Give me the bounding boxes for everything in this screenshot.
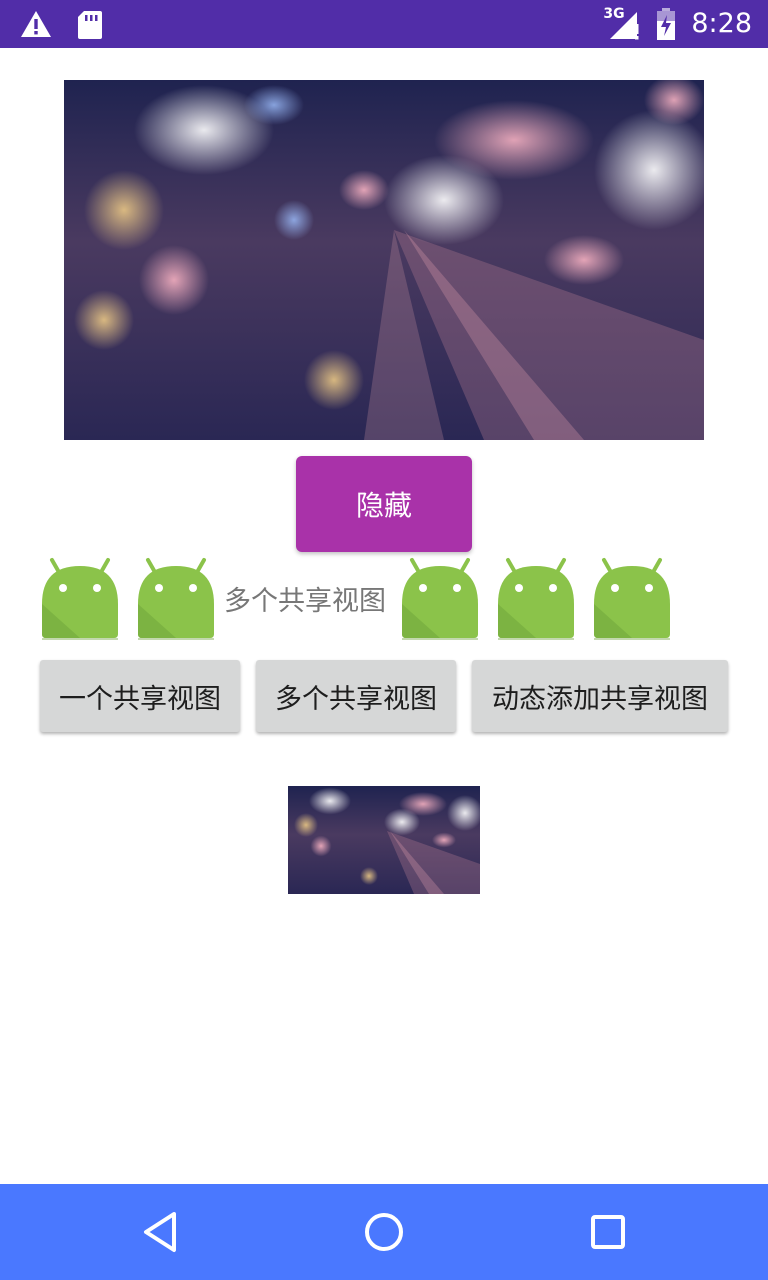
back-icon[interactable] xyxy=(136,1208,184,1256)
screen: 3G 8:28 隐藏 多个共享视图 一个共享视图 多个共享视图 动态添加共享视图 xyxy=(0,0,768,1280)
thumbnail-image[interactable] xyxy=(288,786,480,894)
network-label: 3G xyxy=(603,6,625,22)
navigation-bar xyxy=(0,1184,768,1280)
hide-button[interactable]: 隐藏 xyxy=(296,456,472,552)
recents-icon[interactable] xyxy=(584,1208,632,1256)
android-icon[interactable] xyxy=(592,556,672,642)
home-icon[interactable] xyxy=(360,1208,408,1256)
single-shared-view-button[interactable]: 一个共享视图 xyxy=(40,660,240,732)
blurred-city-lights-thumbnail xyxy=(288,786,480,894)
android-icon[interactable] xyxy=(40,556,120,642)
android-icon[interactable] xyxy=(400,556,480,642)
blurred-city-lights-image xyxy=(64,80,704,440)
battery-icon xyxy=(655,7,677,41)
shared-views-label: 多个共享视图 xyxy=(224,586,386,617)
android-icon[interactable] xyxy=(496,556,576,642)
warning-icon xyxy=(20,8,52,40)
signal-3g-icon: 3G xyxy=(603,6,641,42)
multiple-shared-views-button[interactable]: 多个共享视图 xyxy=(256,660,456,732)
android-icon[interactable] xyxy=(136,556,216,642)
hero-image[interactable] xyxy=(64,80,704,440)
clock: 8:28 xyxy=(691,8,752,39)
status-bar: 3G 8:28 xyxy=(0,0,768,48)
dynamic-add-shared-view-button[interactable]: 动态添加共享视图 xyxy=(472,660,728,732)
sd-card-icon xyxy=(74,8,106,40)
